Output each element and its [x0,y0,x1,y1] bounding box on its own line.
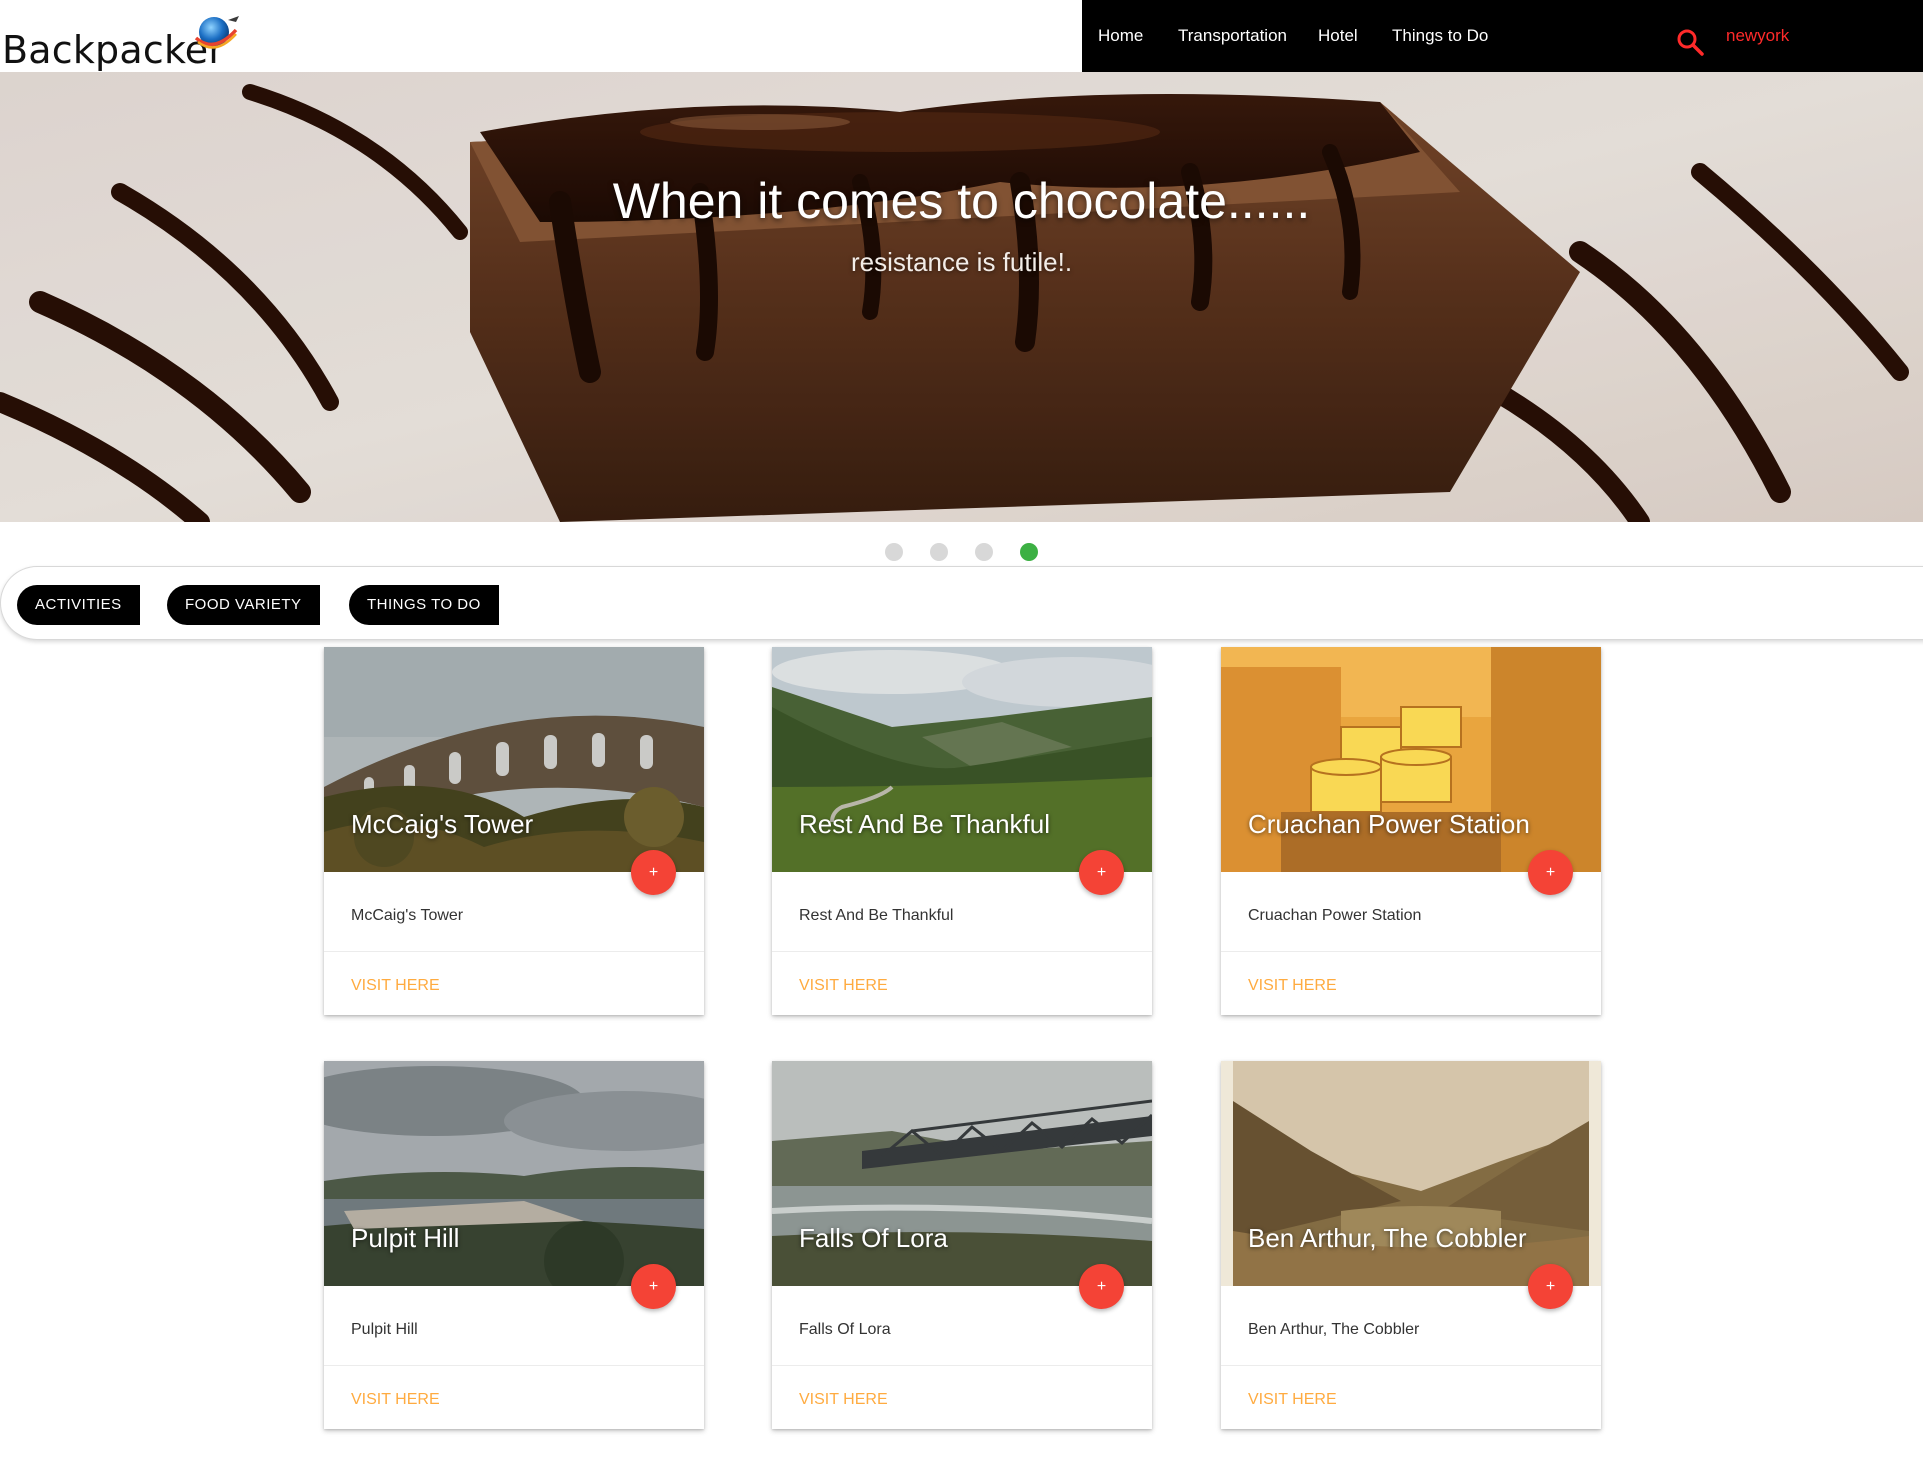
card-image: Cruachan Power Station [1221,647,1601,872]
place-card: Rest And Be Thankful + Rest And Be Thank… [772,647,1152,1015]
card-divider [324,951,704,952]
hero-title: When it comes to chocolate...... [612,173,1311,229]
card-content: Cruachan Power Station [1248,907,1422,924]
add-button[interactable]: + [631,850,676,895]
carousel-dot-3[interactable] [975,543,993,561]
visit-here-link[interactable]: VISIT HERE [1248,977,1337,995]
visit-here-link[interactable]: VISIT HERE [351,977,440,995]
tab-things-to-do[interactable]: THINGS TO DO [349,585,499,625]
add-button[interactable]: + [1079,850,1124,895]
tab-activities[interactable]: ACTIVITIES [17,585,140,625]
nav-transportation[interactable]: Transportation [1178,26,1287,46]
nav-things-to-do[interactable]: Things to Do [1392,26,1488,46]
card-image-title: Cruachan Power Station [1248,809,1530,839]
card-image: Rest And Be Thankful [772,647,1152,872]
card-image: Pulpit Hill [324,1061,704,1286]
visit-here-link[interactable]: VISIT HERE [799,977,888,995]
add-button[interactable]: + [1528,1264,1573,1309]
main-navbar: Home Transportation Hotel Things to Do n… [1082,0,1923,72]
brand-area: Backpacker [0,0,1082,72]
carousel-dot-4[interactable] [1020,543,1038,561]
card-divider [772,1365,1152,1366]
nav-hotel[interactable]: Hotel [1318,26,1358,46]
place-card: McCaig's Tower + McCaig's Tower VISIT HE… [324,647,704,1015]
card-divider [772,951,1152,952]
visit-here-link[interactable]: VISIT HERE [799,1391,888,1409]
tab-food-variety[interactable]: FOOD VARIETY [167,585,320,625]
card-image-title: McCaig's Tower [351,809,534,839]
hero-image [0,72,1923,522]
top-bar: Backpacker Home Transportation Hotel Thi… [0,0,1923,72]
search-input[interactable]: newyork [1726,26,1789,46]
card-image: Ben Arthur, The Cobbler [1221,1061,1601,1286]
add-button[interactable]: + [631,1264,676,1309]
carousel-dot-1[interactable] [885,543,903,561]
card-divider [1221,951,1601,952]
card-content: Ben Arthur, The Cobbler [1248,1321,1420,1338]
place-card: Ben Arthur, The Cobbler + Ben Arthur, Th… [1221,1061,1601,1429]
category-tab-bar: ACTIVITIES FOOD VARIETY THINGS TO DO [0,566,1923,640]
carousel-dot-2[interactable] [930,543,948,561]
place-card: Cruachan Power Station + Cruachan Power … [1221,647,1601,1015]
hero-carousel[interactable]: When it comes to chocolate...... resista… [0,72,1923,522]
carousel-indicators [0,543,1923,561]
card-content: Rest And Be Thankful [799,907,954,924]
card-content: Falls Of Lora [799,1321,891,1338]
card-image: McCaig's Tower [324,647,704,872]
hero-subtitle: resistance is futile!. [850,247,1073,277]
card-image: Falls Of Lora [772,1061,1152,1286]
card-content: McCaig's Tower [351,907,464,924]
card-image-title: Pulpit Hill [351,1223,460,1253]
add-button[interactable]: + [1528,850,1573,895]
add-button[interactable]: + [1079,1264,1124,1309]
visit-here-link[interactable]: VISIT HERE [1248,1391,1337,1409]
card-image-title: Ben Arthur, The Cobbler [1248,1223,1527,1253]
place-card: Falls Of Lora + Falls Of Lora VISIT HERE [772,1061,1152,1429]
brand-name[interactable]: Backpacker [2,28,224,72]
place-card: Pulpit Hill + Pulpit Hill VISIT HERE [324,1061,704,1429]
search-icon[interactable] [1676,28,1704,56]
card-image-title: Rest And Be Thankful [799,809,1051,839]
card-divider [1221,1365,1601,1366]
visit-here-link[interactable]: VISIT HERE [351,1391,440,1409]
nav-home[interactable]: Home [1098,26,1143,46]
card-content: Pulpit Hill [351,1321,418,1338]
card-image-title: Falls Of Lora [799,1223,948,1253]
globe-plane-icon[interactable] [192,10,242,56]
card-divider [324,1365,704,1366]
